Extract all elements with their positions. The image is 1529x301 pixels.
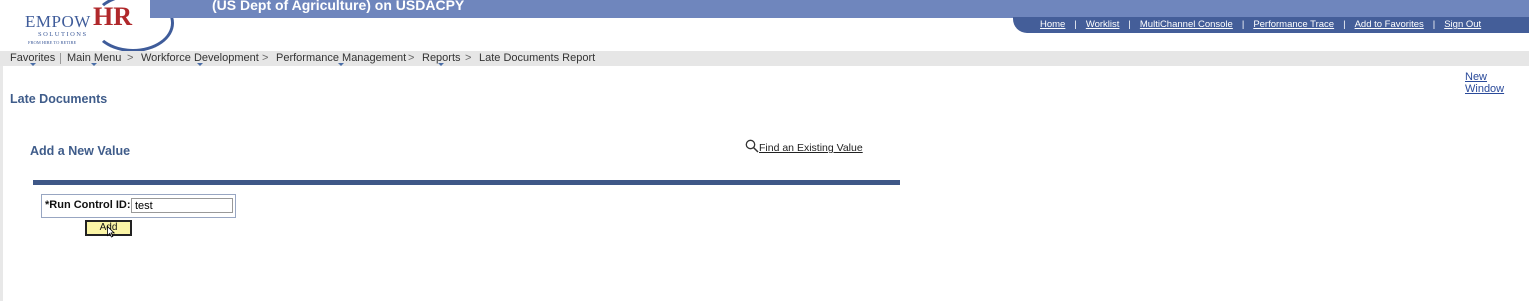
- dropdown-arrow-icon: [29, 63, 36, 66]
- left-edge-strip: [0, 66, 3, 301]
- breadcrumb-performance-management[interactable]: Performance Management: [276, 51, 406, 66]
- nav-multichannel-console-link[interactable]: MultiChannel Console: [1140, 19, 1233, 30]
- nav-separator: |: [1241, 19, 1245, 30]
- run-control-label: *Run Control ID:: [45, 199, 131, 211]
- dropdown-arrow-icon: [91, 63, 98, 66]
- breadcrumb-workforce-development[interactable]: Workforce Development: [141, 51, 259, 66]
- logo-sub-text: SOLUTIONS: [38, 31, 88, 38]
- nav-add-to-favorites-link[interactable]: Add to Favorites: [1355, 19, 1424, 30]
- breadcrumb-reports[interactable]: Reports: [422, 51, 461, 66]
- nav-separator: |: [1432, 19, 1436, 30]
- nav-separator: |: [1343, 19, 1346, 30]
- new-window-link[interactable]: New Window: [1465, 71, 1529, 95]
- dropdown-arrow-icon: [338, 63, 345, 66]
- app-header: EMPOW HR SOLUTIONS FROM HIRE TO RETIRE (…: [0, 0, 1529, 52]
- nav-home-link[interactable]: Home: [1040, 19, 1065, 30]
- nav-performance-trace-link[interactable]: Performance Trace: [1253, 19, 1334, 30]
- section-title: Add a New Value: [30, 144, 131, 158]
- empowhr-logo: EMPOW HR SOLUTIONS FROM HIRE TO RETIRE: [20, 0, 174, 52]
- nav-worklist-link[interactable]: Worklist: [1086, 19, 1120, 30]
- breadcrumb-separator-icon: >: [262, 52, 269, 64]
- breadcrumb-main-menu[interactable]: Main Menu: [67, 51, 121, 66]
- page-title: Late Documents: [10, 92, 108, 106]
- run-control-id-input[interactable]: [131, 198, 233, 213]
- logo-tagline: FROM HIRE TO RETIRE: [28, 40, 77, 45]
- top-nav-links: Home | Worklist | MultiChannel Console | Perfo…: [1040, 19, 1481, 30]
- find-existing-value[interactable]: Find an Existing Value: [745, 137, 863, 154]
- nav-separator: |: [1128, 19, 1131, 30]
- banner-title: (US Dept of Agriculture) on USDACPY: [212, 0, 465, 13]
- breadcrumb-separator-icon: >: [465, 52, 472, 64]
- dropdown-arrow-icon: [196, 63, 203, 66]
- breadcrumb-divider: [60, 53, 61, 64]
- run-control-group: *Run Control ID:: [41, 194, 236, 218]
- section-divider: [33, 180, 900, 185]
- nav-sign-out-link[interactable]: Sign Out: [1444, 19, 1481, 30]
- breadcrumb-separator-icon: >: [408, 52, 415, 64]
- mouse-cursor-icon: [107, 226, 115, 238]
- logo-main-text: EMPOW: [25, 12, 91, 31]
- breadcrumb-separator-icon: >: [127, 52, 134, 64]
- search-icon: [745, 139, 759, 153]
- dropdown-arrow-icon: [438, 63, 445, 66]
- logo-accent-text: HR: [93, 2, 132, 31]
- find-existing-value-link[interactable]: Find an Existing Value: [759, 142, 863, 154]
- breadcrumb-favorites[interactable]: Favorites: [10, 51, 55, 66]
- breadcrumb-late-documents-report-label: Late Documents Report: [479, 52, 596, 64]
- breadcrumb: Favorites Main Menu > Workforce Developm…: [0, 51, 1529, 66]
- nav-separator: |: [1074, 19, 1077, 30]
- breadcrumb-late-documents-report: Late Documents Report: [479, 51, 595, 65]
